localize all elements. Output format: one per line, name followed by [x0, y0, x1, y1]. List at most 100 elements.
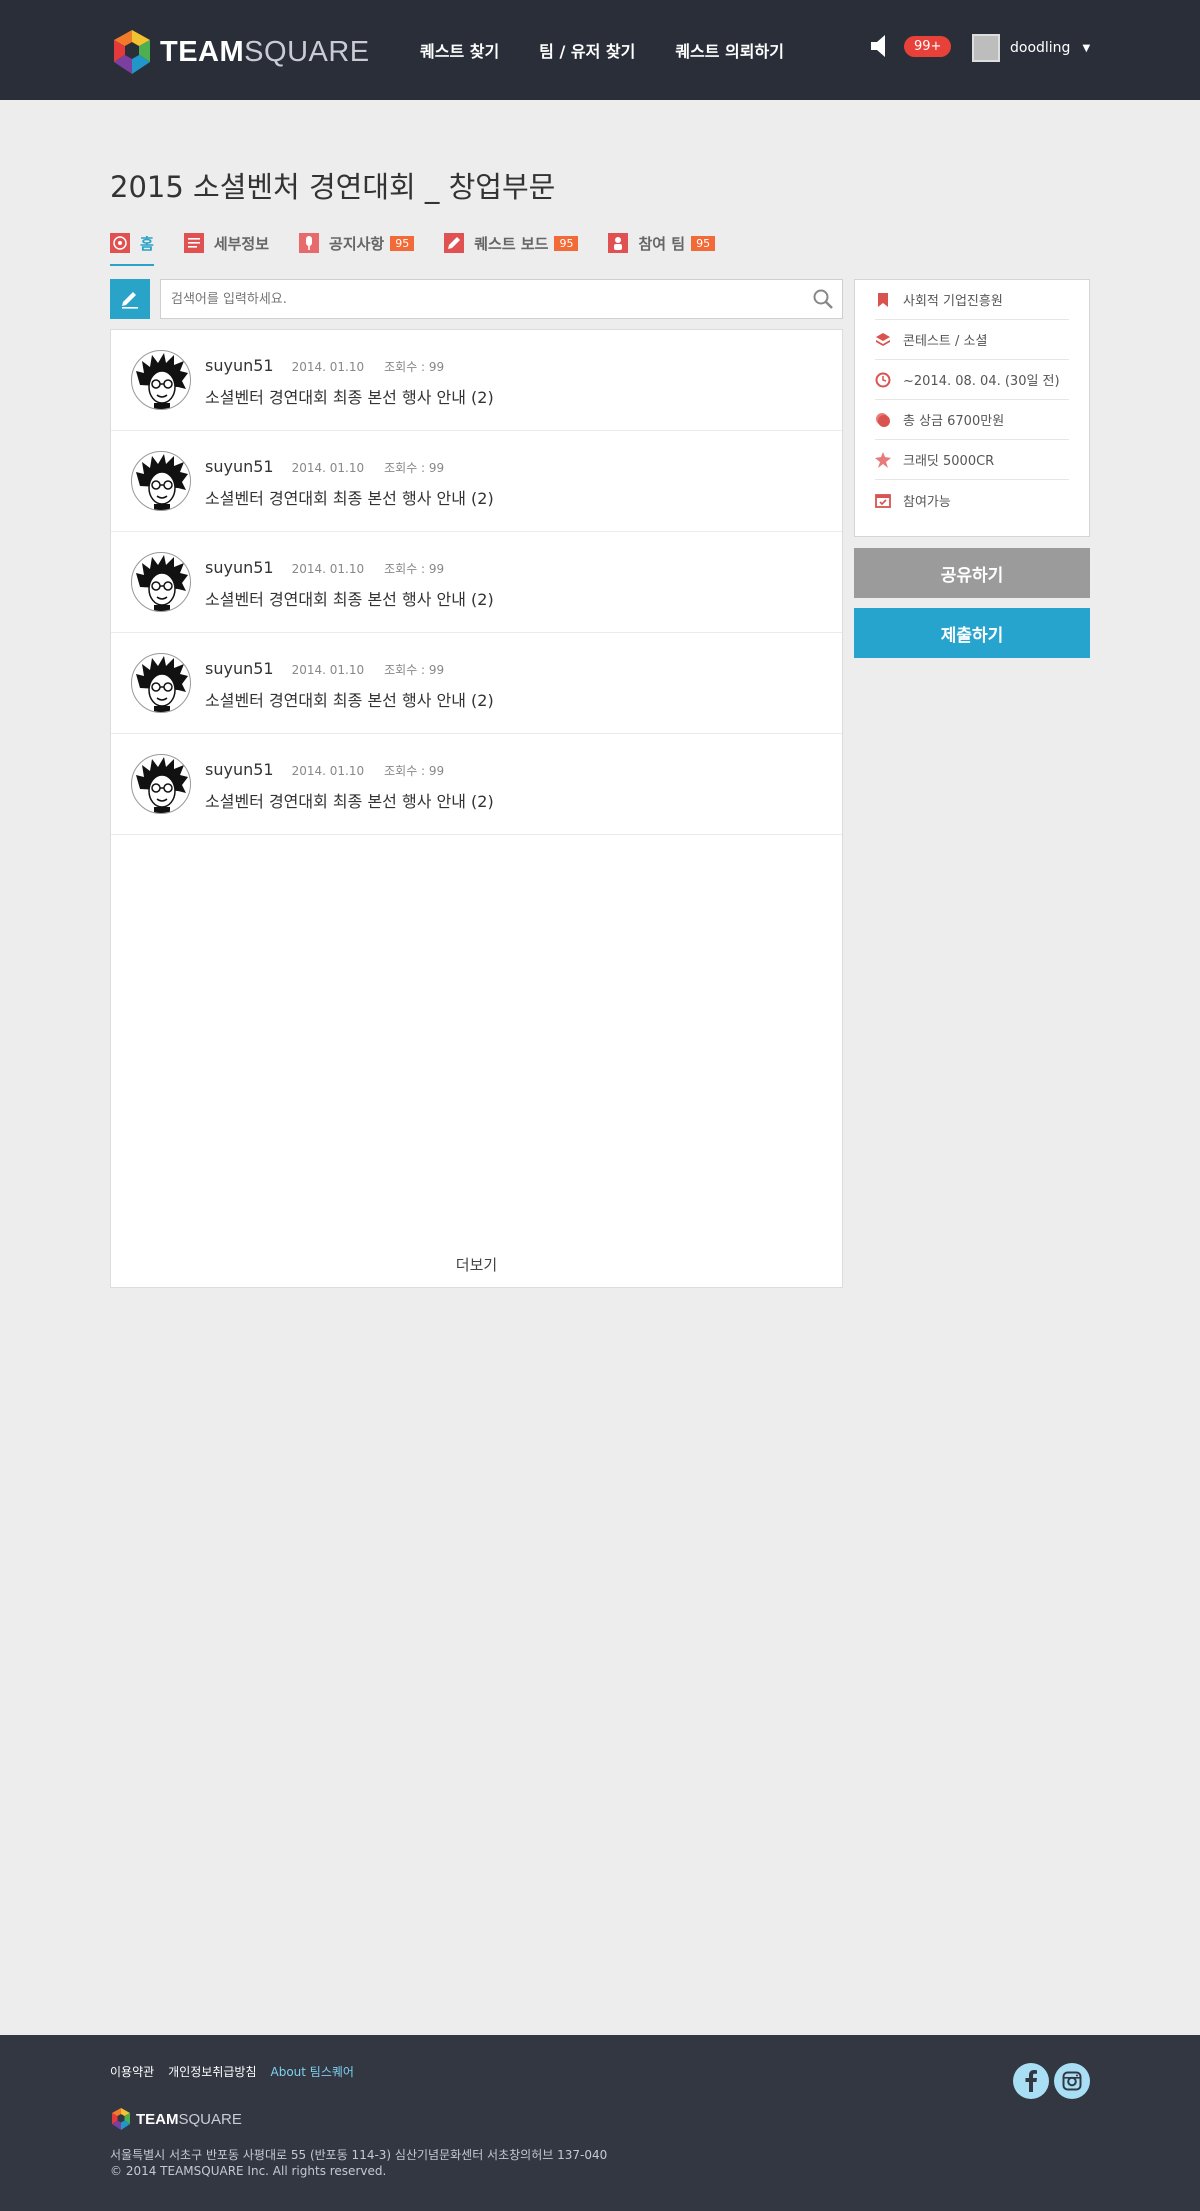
info-category: 콘테스트 / 소셜 — [875, 320, 1069, 360]
info-text: 참여가능 — [903, 494, 951, 510]
footer-links: 이용약관 개인정보취급방침 About 팀스퀘어 — [110, 2063, 354, 2080]
list-item[interactable]: suyun51 2014. 01.10 조회수 : 99 소셜벤터 경연대회 최… — [111, 633, 842, 734]
tab-label: 공지사항 — [329, 234, 385, 253]
pencil-board-icon — [444, 233, 465, 253]
info-status: 참여가능 — [875, 480, 1069, 520]
nav-request-quest[interactable]: 퀘스트 의뢰하기 — [675, 38, 784, 62]
list-item[interactable]: suyun51 2014. 01.10 조회수 : 99 소셜벤터 경연대회 최… — [111, 532, 842, 633]
post-views: 조회수 : 99 — [384, 562, 445, 576]
avatar-illustration-icon — [136, 353, 188, 409]
footer-link-privacy[interactable]: 개인정보취급방침 — [168, 2063, 256, 2080]
post-views: 조회수 : 99 — [384, 360, 445, 374]
avatar-illustration-icon — [136, 656, 188, 712]
chevron-down-icon: ▼ — [1082, 42, 1091, 54]
submit-button[interactable]: 제출하기 — [854, 608, 1090, 658]
notification-button[interactable]: 99+ — [870, 34, 952, 58]
search-input[interactable] — [161, 280, 761, 318]
tab-home[interactable]: 홈 — [110, 228, 154, 266]
load-more-button[interactable]: 더보기 — [111, 1254, 842, 1275]
post-title[interactable]: 소셜벤터 경연대회 최종 본선 행사 안내 (2) — [205, 384, 494, 408]
list-item[interactable]: suyun51 2014. 01.10 조회수 : 99 소셜벤터 경연대회 최… — [111, 734, 842, 835]
document-icon — [183, 233, 204, 253]
info-text: ~2014. 08. 04. (30일 전) — [903, 374, 1060, 389]
post-date: 2014. 01.10 — [291, 663, 365, 677]
footer: 이용약관 개인정보취급방침 About 팀스퀘어 TEAMSQUARE 서울특별… — [0, 2035, 1200, 2211]
tab-label: 세부정보 — [213, 234, 270, 253]
search-icon[interactable] — [812, 288, 834, 310]
main-nav: 퀘스트 찾기 팀 / 유저 찾기 퀘스트 의뢰하기 — [420, 38, 784, 62]
footer-copyright: © 2014 TEAMSQUARE Inc. All rights reserv… — [110, 2164, 387, 2178]
post-meta: suyun51 2014. 01.10 조회수 : 99 — [205, 356, 444, 375]
avatar-illustration-icon — [136, 454, 188, 510]
clock-icon — [875, 372, 891, 387]
tab-label: 퀘스트 보드 — [474, 234, 549, 253]
people-icon — [608, 233, 629, 253]
notification-count-badge: 99+ — [904, 35, 952, 57]
post-views: 조회수 : 99 — [384, 461, 445, 475]
post-meta: suyun51 2014. 01.10 조회수 : 99 — [205, 558, 444, 577]
facebook-icon[interactable] — [1013, 2063, 1049, 2099]
nav-find-team-user[interactable]: 팀 / 유저 찾기 — [539, 38, 635, 62]
avatar-illustration-icon — [136, 555, 188, 611]
info-text: 총 상금 6700만원 — [903, 414, 1005, 429]
user-menu[interactable]: doodling ▼ — [972, 34, 1090, 62]
info-text: 사회적 기업진흥원 — [903, 294, 1003, 309]
footer-logo[interactable]: TEAMSQUARE — [110, 2107, 242, 2131]
share-button[interactable]: 공유하기 — [854, 548, 1090, 598]
instagram-icon[interactable] — [1054, 2063, 1090, 2099]
post-views: 조회수 : 99 — [384, 663, 445, 677]
info-organizer: 사회적 기업진흥원 — [875, 280, 1069, 320]
footer-link-terms[interactable]: 이용약관 — [110, 2063, 154, 2080]
teamsquare-logo[interactable]: TEAMSQUARE — [110, 28, 370, 76]
post-title[interactable]: 소셜벤터 경연대회 최종 본선 행사 안내 (2) — [205, 788, 494, 812]
avatar-illustration-icon — [136, 757, 188, 813]
info-credit: 크래딧 5000CR — [875, 440, 1069, 480]
tab-label: 참여 팀 — [638, 234, 686, 253]
post-meta: suyun51 2014. 01.10 조회수 : 99 — [205, 659, 444, 678]
logo-hexagon-icon — [114, 30, 150, 74]
info-deadline: ~2014. 08. 04. (30일 전) — [875, 360, 1069, 400]
footer-link-about[interactable]: About 팀스퀘어 — [271, 2063, 354, 2080]
post-author: suyun51 — [205, 356, 274, 375]
post-date: 2014. 01.10 — [291, 764, 365, 778]
write-post-button[interactable] — [110, 279, 150, 319]
speaker-icon — [871, 35, 885, 57]
user-avatar — [972, 34, 1000, 62]
coin-icon — [876, 412, 890, 427]
author-avatar — [131, 350, 191, 410]
author-avatar — [131, 754, 191, 814]
microphone-icon — [299, 233, 320, 253]
list-item[interactable]: suyun51 2014. 01.10 조회수 : 99 소셜벤터 경연대회 최… — [111, 431, 842, 532]
tab-quest-board[interactable]: 퀘스트 보드 95 — [444, 228, 579, 258]
author-avatar — [131, 653, 191, 713]
post-author: suyun51 — [205, 558, 274, 577]
list-item[interactable]: suyun51 2014. 01.10 조회수 : 99 소셜벤터 경연대회 최… — [111, 330, 842, 431]
tab-participating-teams[interactable]: 참여 팀 95 — [608, 228, 716, 258]
footer-logo-text: TEAMSQUARE — [136, 2110, 242, 2128]
post-views: 조회수 : 99 — [384, 764, 445, 778]
bookmark-icon — [878, 292, 888, 307]
tab-count-badge: 95 — [390, 235, 415, 251]
author-avatar — [131, 451, 191, 511]
search-box — [160, 279, 843, 319]
tab-details[interactable]: 세부정보 — [183, 228, 270, 258]
star-badge-icon — [875, 451, 891, 468]
author-avatar — [131, 552, 191, 612]
info-text: 콘테스트 / 소셜 — [903, 334, 988, 349]
quest-tabs: 홈 세부정보 공지사항 95 퀘스트 보드 95 참여 팀 95 — [110, 228, 716, 266]
pencil-icon — [122, 292, 138, 309]
nav-find-quest[interactable]: 퀘스트 찾기 — [420, 38, 499, 62]
username: doodling — [1010, 40, 1071, 56]
post-meta: suyun51 2014. 01.10 조회수 : 99 — [205, 760, 444, 779]
post-title[interactable]: 소셜벤터 경연대회 최종 본선 행사 안내 (2) — [205, 586, 494, 610]
post-author: suyun51 — [205, 457, 274, 476]
post-date: 2014. 01.10 — [291, 461, 365, 475]
tab-notices[interactable]: 공지사항 95 — [299, 228, 415, 258]
target-icon — [110, 233, 130, 253]
post-title[interactable]: 소셜벤터 경연대회 최종 본선 행사 안내 (2) — [205, 485, 494, 509]
page-title: 2015 소셜벤처 경연대회 _ 창업부문 — [110, 170, 556, 204]
calendar-check-icon — [875, 494, 891, 508]
post-title[interactable]: 소셜벤터 경연대회 최종 본선 행사 안내 (2) — [205, 687, 494, 711]
post-date: 2014. 01.10 — [291, 562, 365, 576]
post-meta: suyun51 2014. 01.10 조회수 : 99 — [205, 457, 444, 476]
